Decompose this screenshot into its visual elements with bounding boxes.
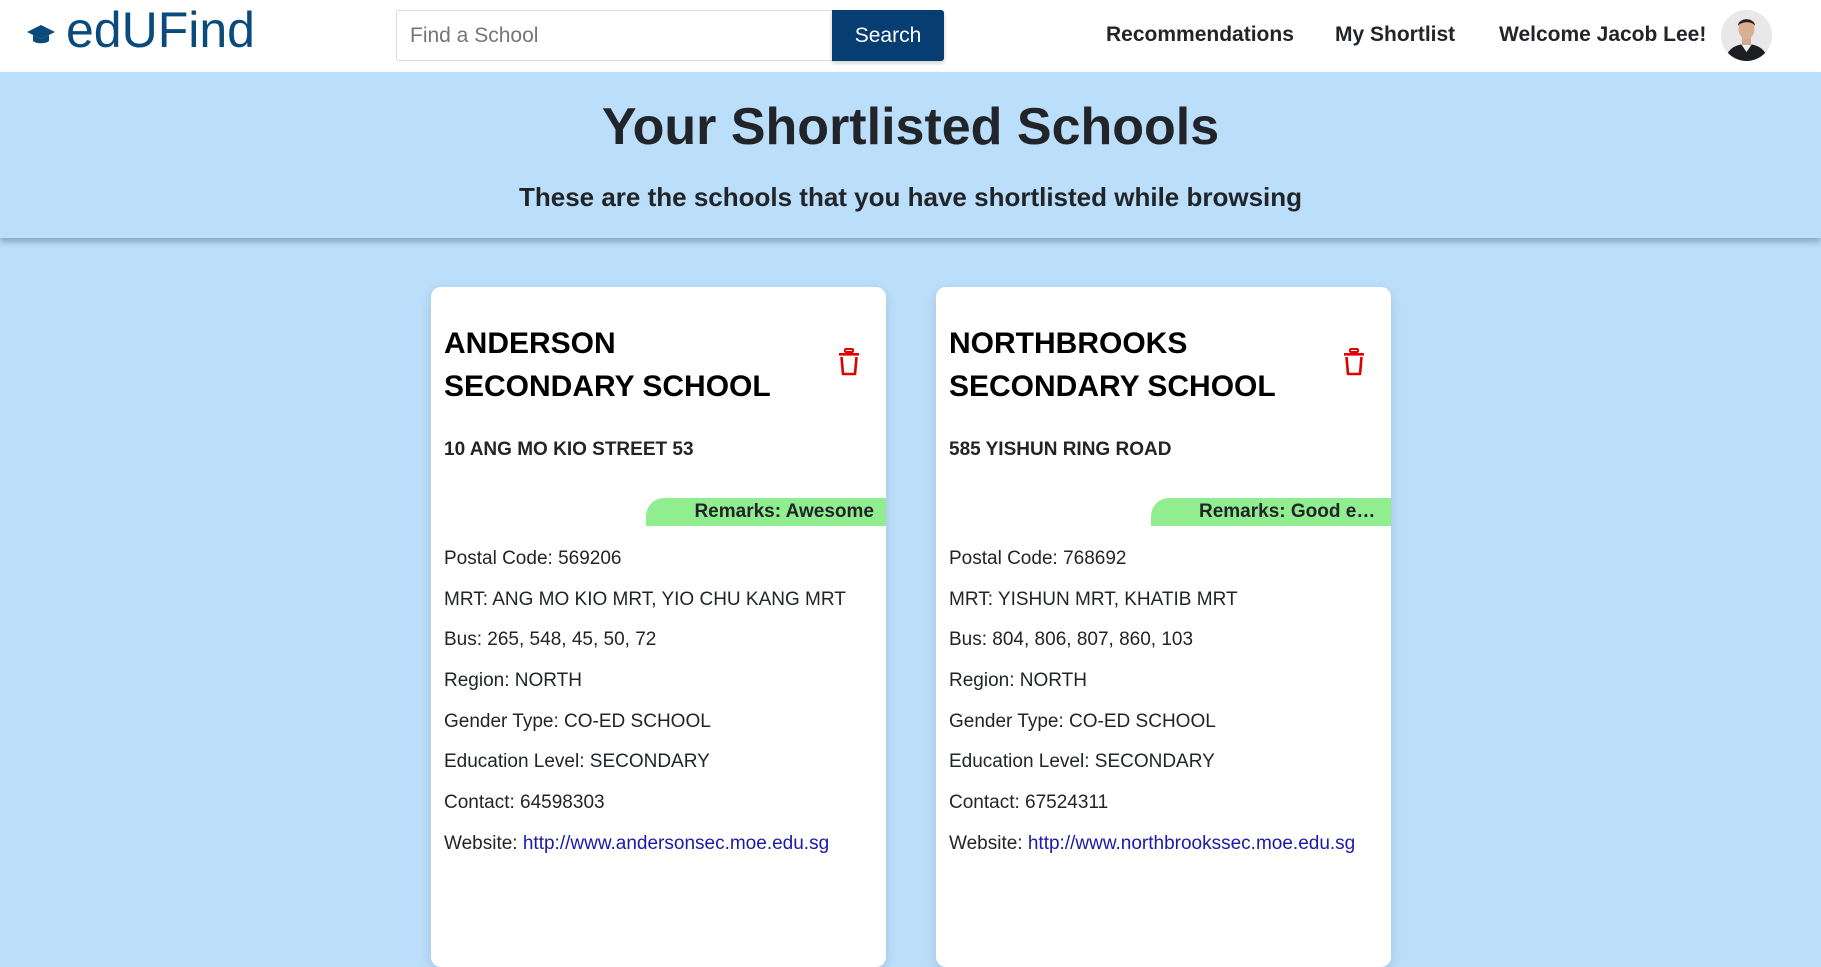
mrt-stations: MRT: ANG MO KIO MRT, YIO CHU KANG MRT (444, 588, 846, 610)
school-name[interactable]: NORTHBROOKS SECONDARY SCHOOL (949, 322, 1319, 408)
website-link[interactable]: http://www.andersonsec.moe.edu.sg (523, 833, 829, 854)
remarks-badge[interactable]: Remarks: Awesome (646, 498, 886, 526)
website-label: Website: (949, 832, 1028, 854)
school-card: ANDERSON SECONDARY SCHOOL 10 ANG MO KIO … (431, 287, 886, 967)
welcome-user-text[interactable]: Welcome Jacob Lee! (1499, 20, 1706, 50)
gender-type: Gender Type: CO-ED SCHOOL (444, 710, 711, 732)
delete-trash-icon[interactable] (837, 348, 861, 376)
mrt-stations: MRT: YISHUN MRT, KHATIB MRT (949, 588, 1238, 610)
postal-code: Postal Code: 569206 (444, 548, 622, 569)
brand-logo-link[interactable]: edUFind (26, 0, 255, 60)
search-button[interactable]: Search (832, 10, 944, 61)
website-link[interactable]: http://www.northbrookssec.moe.edu.sg (1028, 833, 1355, 854)
page-header-banner: Your Shortlisted Schools These are the s… (0, 72, 1821, 238)
search-input[interactable] (396, 10, 832, 61)
page-title: Your Shortlisted Schools (601, 98, 1220, 156)
school-address: 585 YISHUN RING ROAD (949, 439, 1172, 460)
website-label: Website: (444, 832, 523, 854)
website-row: Website: http://www.andersonsec.moe.edu.… (444, 824, 874, 865)
gender-type: Gender Type: CO-ED SCHOOL (949, 710, 1216, 732)
school-card: NORTHBROOKS SECONDARY SCHOOL 585 YISHUN … (936, 287, 1391, 967)
top-navbar: edUFind Search Recommendations My Shortl… (0, 0, 1821, 72)
postal-code: Postal Code: 768692 (949, 548, 1127, 569)
brand-name: edUFind (66, 2, 255, 58)
school-search-form: Search (396, 10, 944, 61)
user-avatar[interactable] (1721, 10, 1772, 61)
nav-recommendations[interactable]: Recommendations (1106, 20, 1294, 50)
page-subtitle: These are the schools that you have shor… (518, 182, 1303, 212)
school-name[interactable]: ANDERSON SECONDARY SCHOOL (444, 322, 814, 408)
region: Region: NORTH (444, 670, 582, 692)
bus-services: Bus: 804, 806, 807, 860, 103 (949, 629, 1194, 651)
school-details: Postal Code: 569206 MRT: ANG MO KIO MRT,… (444, 539, 874, 865)
bus-services: Bus: 265, 548, 45, 50, 72 (444, 629, 657, 651)
school-details: Postal Code: 768692 MRT: YISHUN MRT, KHA… (949, 539, 1379, 865)
contact-number: Contact: 67524311 (949, 792, 1109, 814)
remarks-badge[interactable]: Remarks: Good envir... (1151, 498, 1391, 526)
contact-number: Contact: 64598303 (444, 792, 605, 814)
graduation-cap-icon (26, 22, 56, 48)
education-level: Education Level: SECONDARY (949, 751, 1215, 773)
website-row: Website: http://www.northbrookssec.moe.e… (949, 824, 1379, 865)
delete-trash-icon[interactable] (1342, 348, 1366, 376)
nav-my-shortlist[interactable]: My Shortlist (1335, 20, 1455, 50)
school-address: 10 ANG MO KIO STREET 53 (444, 439, 694, 460)
education-level: Education Level: SECONDARY (444, 751, 710, 773)
region: Region: NORTH (949, 670, 1087, 692)
